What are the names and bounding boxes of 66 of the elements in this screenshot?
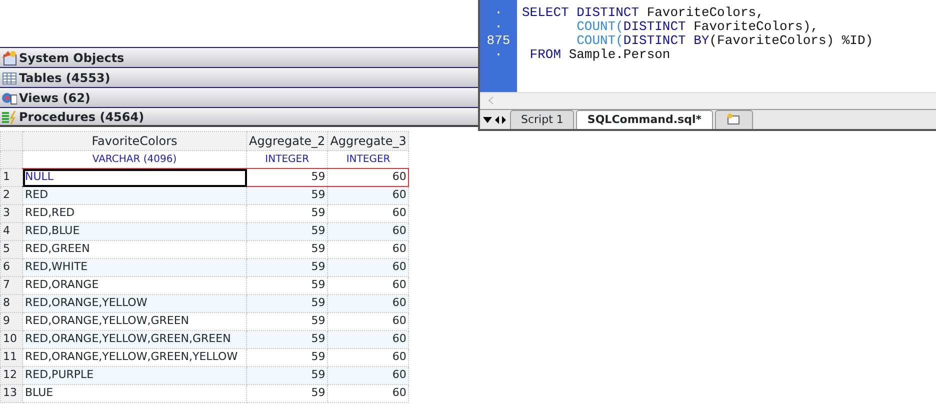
- column-type: INTEGER: [246, 150, 328, 168]
- column-type: VARCHAR (4096): [22, 150, 246, 168]
- editor-tab[interactable]: SQLCommand.sql*: [576, 110, 712, 129]
- code-line: SELECT DISTINCT FavoriteColors,: [522, 6, 765, 20]
- section-label: System Objects: [19, 50, 124, 66]
- column-header[interactable]: Aggregate_3: [328, 132, 409, 150]
- row-number[interactable]: 2: [0, 186, 22, 204]
- line-number: ·: [494, 20, 504, 34]
- table-cell: 60: [328, 222, 409, 240]
- new-script-icon: [726, 113, 742, 126]
- table-cell: 59: [246, 294, 328, 312]
- section-label: Views (62): [19, 90, 90, 106]
- section-label: Tables (4553): [19, 70, 110, 86]
- section-header[interactable]: Procedures (4564): [0, 107, 478, 127]
- row-number[interactable]: 8: [0, 294, 22, 312]
- table-cell: RED,PURPLE: [22, 366, 246, 384]
- table-cell: 60: [328, 366, 409, 384]
- line-number: ·: [494, 48, 504, 62]
- system-objects-icon: [1, 50, 17, 66]
- table-cell: 60: [328, 258, 409, 276]
- table-cell: 59: [246, 384, 328, 402]
- table-cell: RED,ORANGE,YELLOW: [22, 294, 246, 312]
- table-cell: RED,WHITE: [22, 258, 246, 276]
- row-number[interactable]: 9: [0, 312, 22, 330]
- table-icon: [1, 70, 17, 86]
- editor-tab[interactable]: Script 1: [510, 110, 574, 129]
- procedure-icon: [1, 108, 17, 124]
- table-cell: 59: [246, 258, 328, 276]
- row-number[interactable]: 11: [0, 348, 22, 366]
- table-cell: 60: [328, 294, 409, 312]
- line-number: ·: [494, 6, 504, 20]
- table-cell: 59: [246, 366, 328, 384]
- row-number[interactable]: 7: [0, 276, 22, 294]
- section-label: Procedures (4564): [19, 108, 144, 126]
- table-cell: 59: [246, 330, 328, 348]
- column-header[interactable]: FavoriteColors: [22, 132, 246, 150]
- table-cell: RED: [22, 186, 246, 204]
- row-number[interactable]: 1: [0, 168, 22, 186]
- table-cell: BLUE: [22, 384, 246, 402]
- code-line: COUNT(DISTINCT FavoriteColors),: [576, 20, 820, 34]
- code-line: COUNT(DISTINCT BY(FavoriteColors) %ID): [576, 34, 874, 48]
- table-cell: RED,ORANGE,YELLOW,GREEN,GREEN: [22, 330, 246, 348]
- new-tab-button[interactable]: [714, 110, 752, 129]
- row-number[interactable]: 6: [0, 258, 22, 276]
- table-cell: 60: [328, 186, 409, 204]
- column-type: INTEGER: [328, 150, 409, 168]
- table-cell: RED,BLUE: [22, 222, 246, 240]
- column-header[interactable]: Aggregate_2: [246, 132, 328, 150]
- section-header[interactable]: Views (62): [0, 87, 478, 107]
- line-number: 875: [486, 34, 512, 48]
- table-cell: 60: [328, 168, 409, 186]
- row-number[interactable]: 4: [0, 222, 22, 240]
- tab-navigation-icon[interactable]: [482, 114, 508, 126]
- table-cell: 59: [246, 222, 328, 240]
- row-number[interactable]: 10: [0, 330, 22, 348]
- row-number[interactable]: 12: [0, 366, 22, 384]
- table-cell: 60: [328, 330, 409, 348]
- row-number[interactable]: 13: [0, 384, 22, 402]
- row-number[interactable]: 5: [0, 240, 22, 258]
- code-line: FROM Sample.Person: [528, 48, 672, 62]
- table-cell: NULL: [22, 168, 246, 186]
- section-header[interactable]: Tables (4553): [0, 67, 478, 87]
- section-header[interactable]: System Objects: [0, 47, 478, 67]
- table-cell: 59: [246, 186, 328, 204]
- row-number[interactable]: 3: [0, 204, 22, 222]
- table-cell: 60: [328, 384, 409, 402]
